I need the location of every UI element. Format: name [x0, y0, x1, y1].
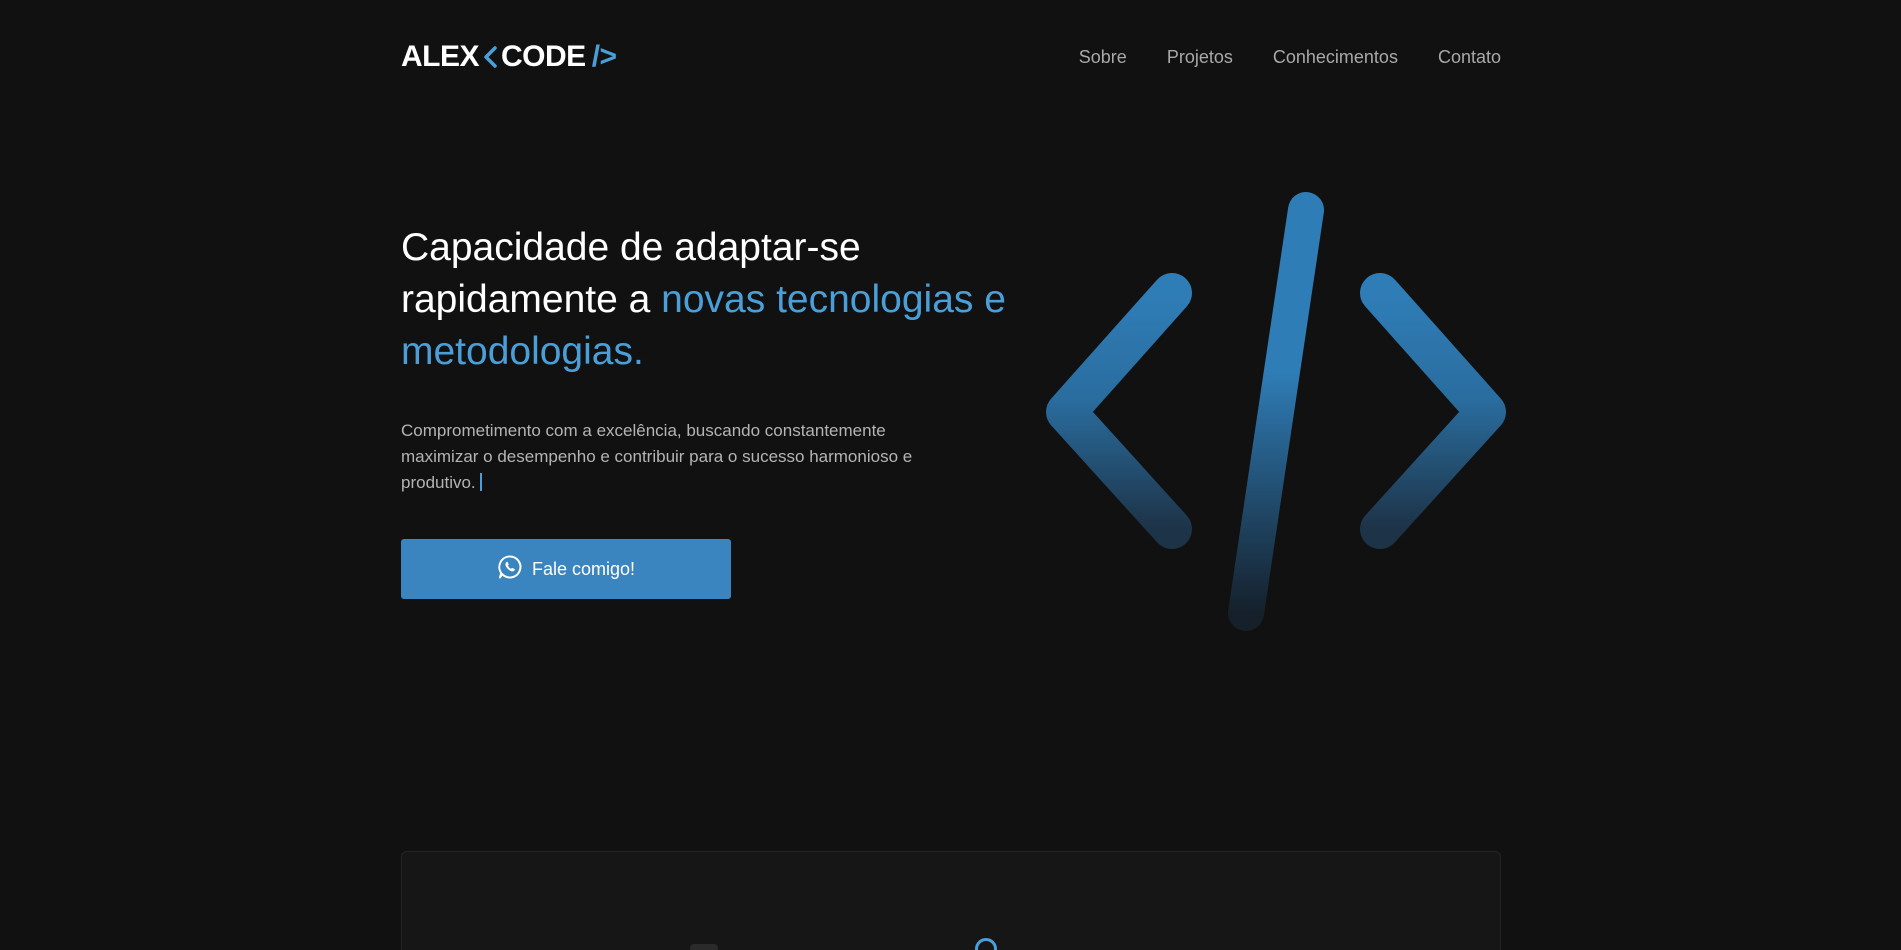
bracket-right — [1360, 273, 1506, 549]
page: ALEX CODE /> Sobre Projetos Conhecimento… — [0, 0, 1901, 950]
nav-link-projetos[interactable]: Projetos — [1167, 47, 1233, 68]
nav-link-conhecimentos[interactable]: Conhecimentos — [1273, 47, 1398, 68]
site-header: ALEX CODE /> Sobre Projetos Conhecimento… — [401, 38, 1501, 76]
nav-link-sobre[interactable]: Sobre — [1079, 47, 1127, 68]
contact-button[interactable]: Fale comigo! — [401, 539, 731, 599]
card-image-placeholder — [690, 944, 718, 950]
main-nav: Sobre Projetos Conhecimentos Contato — [1079, 47, 1501, 68]
slash — [1228, 192, 1324, 631]
code-brackets-icon — [1040, 185, 1520, 635]
about-card — [401, 851, 1501, 950]
logo-slash-bracket: /> — [591, 40, 617, 73]
chevron-left-icon — [481, 44, 499, 70]
logo[interactable]: ALEX CODE /> — [401, 40, 617, 74]
logo-text-alex: ALEX — [401, 40, 480, 73]
about-card-heading-peek — [975, 938, 997, 950]
nav-link-contato[interactable]: Contato — [1438, 47, 1501, 68]
hero-description: Comprometimento com a excelência, buscan… — [401, 418, 941, 496]
whatsapp-icon — [497, 554, 523, 585]
logo-text-code: CODE — [501, 40, 586, 73]
hero-description-text: Comprometimento com a excelência, buscan… — [401, 421, 913, 492]
typing-caret — [479, 473, 482, 491]
bracket-left — [1046, 273, 1192, 549]
contact-button-label: Fale comigo! — [531, 558, 636, 579]
info-icon — [975, 938, 997, 950]
hero-title: Capacidade de adaptar-se rapidamente a n… — [401, 222, 1061, 378]
